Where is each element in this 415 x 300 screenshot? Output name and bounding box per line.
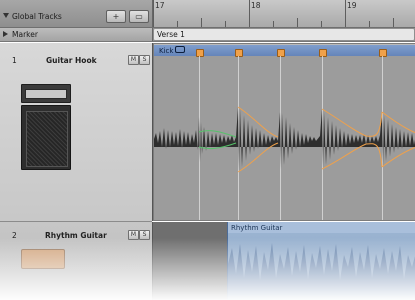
audio-waveform bbox=[228, 243, 415, 300]
bar-ruler[interactable]: 17 18 19 bbox=[152, 0, 415, 27]
track-name[interactable]: Rhythm Guitar bbox=[45, 231, 107, 240]
audio-waveform bbox=[154, 106, 415, 173]
ruler-tick bbox=[273, 21, 274, 27]
amp-control-panel bbox=[25, 89, 67, 99]
track-name[interactable]: Guitar Hook bbox=[46, 56, 97, 65]
ruler-bar-number: 17 bbox=[155, 1, 165, 10]
transient-marker[interactable] bbox=[379, 49, 387, 57]
disclosure-triangle-icon bbox=[3, 31, 8, 37]
transient-marker[interactable] bbox=[235, 49, 243, 57]
transient-marker[interactable] bbox=[319, 49, 327, 57]
ruler-tick bbox=[369, 21, 370, 27]
ruler-tick bbox=[177, 21, 178, 27]
audio-region-kick[interactable]: Kick bbox=[154, 44, 415, 220]
waveform-body bbox=[154, 107, 415, 172]
marker-lane[interactable]: Verse 1 bbox=[152, 28, 415, 41]
transient-envelope bbox=[381, 111, 415, 168]
track-lane-1[interactable]: Kick bbox=[152, 43, 415, 221]
ruler-tick bbox=[201, 18, 202, 27]
ruler-bar-number: 18 bbox=[251, 1, 261, 10]
transient-marker[interactable] bbox=[196, 49, 204, 57]
marker-track-label: Marker bbox=[12, 30, 38, 39]
track-number: 1 bbox=[12, 56, 17, 65]
transient-marker[interactable] bbox=[277, 49, 285, 57]
region-name: Kick bbox=[159, 46, 186, 55]
track-lane-2[interactable]: Rhythm Guitar bbox=[152, 222, 415, 300]
ruler-tick bbox=[321, 21, 322, 27]
region-header[interactable]: Rhythm Guitar bbox=[228, 222, 415, 233]
add-track-button[interactable]: + bbox=[106, 10, 126, 23]
mute-button[interactable]: M bbox=[128, 230, 139, 240]
guitar-amp-icon bbox=[21, 84, 71, 170]
track-number: 2 bbox=[12, 231, 17, 240]
audio-region-rhythm-guitar[interactable]: Rhythm Guitar bbox=[227, 222, 415, 300]
loop-icon bbox=[175, 46, 186, 53]
logic-arrange-window: Global Tracks + ▭ 17 18 19 Marker Verse … bbox=[0, 0, 415, 300]
ruler-tick bbox=[225, 21, 226, 27]
marker-verse[interactable]: Verse 1 bbox=[154, 29, 414, 40]
amp-cabinet bbox=[21, 105, 71, 170]
ruler-tick bbox=[297, 18, 298, 27]
ruler-bar-number: 19 bbox=[347, 1, 357, 10]
ruler-tick bbox=[393, 18, 394, 27]
global-tracks-disclosure[interactable]: Global Tracks bbox=[3, 12, 62, 21]
global-tracks-label: Global Tracks bbox=[12, 12, 62, 21]
ruler-tick bbox=[153, 0, 154, 27]
ruler-tick bbox=[249, 0, 250, 27]
amp-grill bbox=[26, 111, 68, 167]
guitar-amp-icon bbox=[21, 249, 65, 269]
ruler-tick bbox=[345, 0, 346, 27]
amp-head bbox=[21, 84, 71, 103]
marker-disclosure[interactable]: Marker bbox=[3, 30, 38, 39]
disclosure-triangle-icon bbox=[3, 13, 9, 18]
waveform-body bbox=[228, 243, 415, 300]
mute-button[interactable]: M bbox=[128, 55, 139, 65]
region-name: Rhythm Guitar bbox=[231, 224, 283, 232]
solo-button[interactable]: S bbox=[139, 230, 150, 240]
solo-button[interactable]: S bbox=[139, 55, 150, 65]
track-config-button[interactable]: ▭ bbox=[129, 10, 149, 23]
